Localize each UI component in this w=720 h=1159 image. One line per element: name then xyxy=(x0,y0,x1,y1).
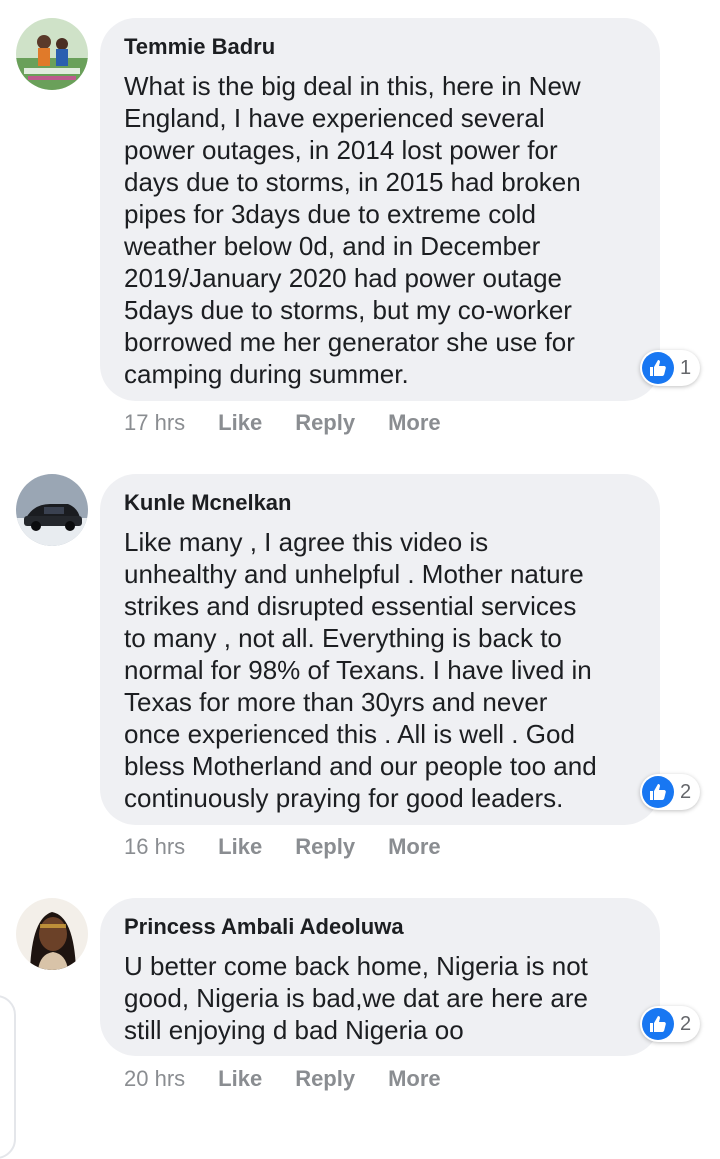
reply-button[interactable]: Reply xyxy=(295,1066,355,1092)
avatar[interactable] xyxy=(16,18,88,90)
like-icon xyxy=(642,352,674,384)
reaction-count: 2 xyxy=(680,780,692,803)
avatar[interactable] xyxy=(16,474,88,546)
more-button[interactable]: More xyxy=(388,410,441,436)
more-button[interactable]: More xyxy=(388,834,441,860)
more-button[interactable]: More xyxy=(388,1066,441,1092)
reply-button[interactable]: Reply xyxy=(295,834,355,860)
comment-author[interactable]: Princess Ambali Adeoluwa xyxy=(124,914,636,940)
comment-author[interactable]: Kunle Mcnelkan xyxy=(124,490,636,516)
comment-bubble: Princess Ambali Adeoluwa U better come b… xyxy=(100,898,660,1056)
avatar[interactable] xyxy=(16,898,88,970)
reaction-count-pill[interactable]: 2 xyxy=(640,1006,700,1042)
comment-actions: 17 hrs Like Reply More xyxy=(124,408,474,438)
comment-author[interactable]: Temmie Badru xyxy=(124,34,636,60)
like-button[interactable]: Like xyxy=(218,410,262,436)
like-icon xyxy=(642,1008,674,1040)
reaction-count-pill[interactable]: 2 xyxy=(640,774,700,810)
reaction-count: 1 xyxy=(680,356,692,379)
like-icon xyxy=(642,776,674,808)
comment-timestamp[interactable]: 17 hrs xyxy=(124,410,185,436)
comment-bubble: Kunle Mcnelkan Like many , I agree this … xyxy=(100,474,660,825)
comment-text: What is the big deal in this, here in Ne… xyxy=(124,71,581,389)
like-button[interactable]: Like xyxy=(218,1066,262,1092)
comment-text: Like many , I agree this video is unheal… xyxy=(124,527,597,813)
comment-bubble: Temmie Badru What is the big deal in thi… xyxy=(100,18,660,401)
like-button[interactable]: Like xyxy=(218,834,262,860)
comment-text: U better come back home, Nigeria is not … xyxy=(124,951,588,1045)
reaction-count-pill[interactable]: 1 xyxy=(640,350,700,386)
comment-timestamp[interactable]: 20 hrs xyxy=(124,1066,185,1092)
comment-timestamp[interactable]: 16 hrs xyxy=(124,834,185,860)
comment-actions: 16 hrs Like Reply More xyxy=(124,832,474,862)
left-edge-overlay xyxy=(0,995,16,1159)
comment-actions: 20 hrs Like Reply More xyxy=(124,1064,474,1094)
reply-button[interactable]: Reply xyxy=(295,410,355,436)
reaction-count: 2 xyxy=(680,1012,692,1035)
